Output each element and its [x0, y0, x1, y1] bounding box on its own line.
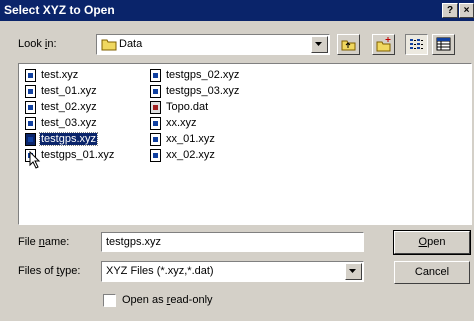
- file-item-name: testgps_03.xyz: [166, 85, 240, 97]
- file-item[interactable]: test_03.xyz: [23, 116, 143, 132]
- title-bar[interactable]: Select XYZ to Open ? ×: [0, 0, 474, 21]
- close-button[interactable]: ×: [459, 3, 474, 18]
- file-item-name: test_01.xyz: [41, 85, 97, 97]
- file-name-input[interactable]: testgps.xyz: [101, 232, 364, 252]
- chevron-down-icon[interactable]: [345, 263, 362, 280]
- mouse-cursor-icon: [29, 151, 41, 169]
- file-column-1: test.xyz test_01.xyz test_02.xyz test_03.xy…: [23, 68, 143, 164]
- file-item[interactable]: testgps_02.xyz: [148, 68, 288, 84]
- details-view-button[interactable]: [432, 34, 455, 55]
- file-item[interactable]: xx.xyz: [148, 116, 288, 132]
- details-view-icon: [436, 37, 451, 51]
- list-view-button[interactable]: [405, 34, 428, 55]
- look-in-value: Data: [119, 38, 143, 50]
- up-folder-icon: [341, 40, 356, 51]
- cancel-button[interactable]: Cancel: [394, 261, 470, 284]
- file-item[interactable]: xx_01.xyz: [148, 132, 288, 148]
- new-folder-icon: [376, 37, 391, 52]
- file-item[interactable]: xx_02.xyz: [148, 148, 288, 164]
- new-folder-button[interactable]: [372, 34, 395, 55]
- xyz-file-icon: [25, 133, 36, 146]
- chevron-down-icon[interactable]: [311, 36, 328, 53]
- file-item-name: Topo.dat: [166, 101, 209, 113]
- xyz-file-icon: [150, 117, 161, 130]
- xyz-file-icon: [150, 133, 161, 146]
- file-item[interactable]: test_02.xyz: [23, 100, 143, 116]
- xyz-file-icon: [25, 117, 36, 130]
- dat-file-icon: [150, 101, 161, 114]
- file-type-label: Files of type:: [18, 265, 81, 277]
- file-list[interactable]: test.xyz test_01.xyz test_02.xyz test_03.xy…: [18, 63, 472, 225]
- look-in-dropdown[interactable]: Data: [96, 34, 330, 55]
- window-title: Select XYZ to Open: [4, 3, 115, 17]
- file-item-name: testgps_02.xyz: [166, 69, 240, 81]
- file-item[interactable]: testgps_03.xyz: [148, 84, 288, 100]
- open-file-dialog: Select XYZ to Open ? × Look in: Data tes…: [0, 0, 474, 321]
- file-column-2: testgps_02.xyz testgps_03.xyz Topo.dat xx.x…: [148, 68, 288, 164]
- folder-icon: [101, 38, 117, 54]
- file-item[interactable]: test.xyz: [23, 68, 143, 84]
- read-only-checkbox[interactable]: [103, 294, 116, 307]
- xyz-file-icon: [150, 149, 161, 162]
- list-view-icon: [410, 39, 423, 49]
- file-name-label: File name:: [18, 236, 70, 248]
- file-name-value: testgps.xyz: [106, 236, 162, 248]
- file-item-name: xx_02.xyz: [166, 149, 215, 161]
- look-in-label: Look in:: [18, 38, 57, 50]
- file-item-name: xx_01.xyz: [166, 133, 215, 145]
- file-item[interactable]: Topo.dat: [148, 100, 288, 116]
- xyz-file-icon: [150, 85, 161, 98]
- file-item-name: test_02.xyz: [41, 101, 97, 113]
- read-only-label[interactable]: Open as read-only: [122, 294, 213, 306]
- file-type-dropdown[interactable]: XYZ Files (*.xyz,*.dat): [101, 261, 364, 282]
- xyz-file-icon: [25, 69, 36, 82]
- xyz-file-icon: [25, 101, 36, 114]
- file-item-name: test_03.xyz: [41, 117, 97, 129]
- help-button[interactable]: ?: [442, 3, 458, 18]
- open-button-label: Open: [418, 236, 446, 248]
- xyz-file-icon: [25, 85, 36, 98]
- file-item-name: test.xyz: [41, 69, 79, 81]
- file-item[interactable]: testgps.xyz: [23, 132, 143, 148]
- up-folder-button[interactable]: [337, 34, 360, 55]
- file-item[interactable]: test_01.xyz: [23, 84, 143, 100]
- file-item-name: xx.xyz: [166, 117, 197, 129]
- file-item-name: testgps_01.xyz: [41, 149, 115, 161]
- file-item[interactable]: testgps_01.xyz: [23, 148, 143, 164]
- file-item-name: testgps.xyz: [38, 132, 99, 146]
- xyz-file-icon: [150, 69, 161, 82]
- open-button[interactable]: Open: [393, 230, 471, 255]
- file-type-value: XYZ Files (*.xyz,*.dat): [106, 265, 214, 277]
